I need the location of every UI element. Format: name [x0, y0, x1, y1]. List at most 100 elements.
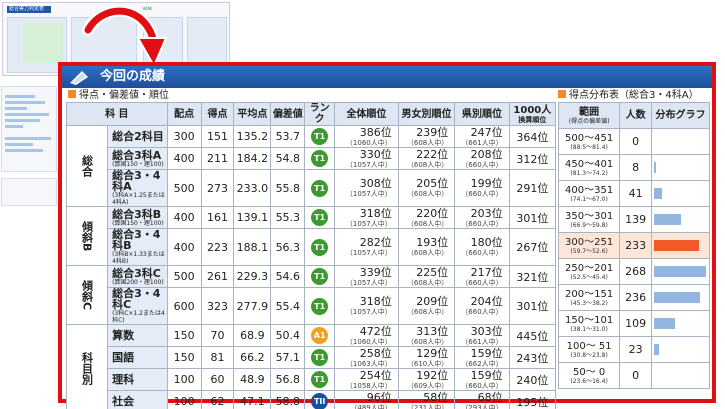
rank-1000-value: 301位 [508, 206, 557, 229]
pref-rank-cell: 159位 （662人中） [454, 346, 510, 369]
gender-rank-total: （608人中） [406, 219, 449, 228]
all-rank-total: （1057人中） [345, 190, 392, 198]
table-row: 傾斜C 総合3科C (算国200・理100) 500 261 229.3 54.6 T1 339… [65, 265, 557, 325]
all-rank-value: 96位 [366, 390, 392, 404]
gender-rank-cell: 58位 （231人中） [397, 390, 456, 409]
pref-rank-cell: 199位 （660人中） [454, 169, 510, 207]
rank-1000-value: 321位 [508, 265, 557, 288]
bullet-square-icon [558, 90, 566, 98]
rank-1000-value: 291位 [508, 169, 557, 207]
pref-rank-total: （660人中） [461, 249, 503, 257]
gender-rank-value: 129位 [416, 346, 449, 360]
section-right-label: 得点分布表（総合3・4科A） [569, 90, 699, 101]
col-range-sublabel: (得点の偏差値) [568, 117, 610, 125]
score-value: 70 [200, 324, 235, 347]
range-cell: 300～251 (59.7～52.6) [557, 232, 621, 259]
all-rank-value: 254位 [359, 368, 392, 382]
score-value: 60 [200, 368, 235, 391]
average-value: 184.2 [233, 147, 272, 170]
range-value: 250～201 [565, 262, 614, 274]
distribution-table-body: 500～451 (88.5～81.4) 0 450～401 (81.3～74.2) 8 40… [557, 128, 710, 389]
range-cell: 500～451 (88.5～81.4) [557, 128, 621, 155]
range-value: 350～301 [565, 210, 614, 222]
subject-name: 国語 [107, 346, 168, 369]
col-overall-rank: 全体順位 [334, 102, 399, 126]
subject-note: (3科C×1.2または4科C) [112, 310, 165, 324]
full-marks: 400 [166, 147, 202, 170]
gender-rank-cell: 225位 （608人中） [397, 265, 456, 288]
gender-rank-value: 205位 [416, 177, 449, 190]
graph-cell [651, 206, 710, 233]
range-cell: 200～151 (45.3～38.2) [557, 284, 621, 311]
graph-cell [651, 336, 710, 363]
pref-rank-total: （660人中） [461, 308, 503, 316]
range-deviation: (52.5～45.4) [570, 273, 608, 281]
scores-table-body: 総合 総合2科目 300 151 135.2 53.7 T1 386位 （1060人中） 239位… [65, 125, 557, 409]
subject-name-text: 総合2科目 [112, 130, 164, 143]
deviation-value: 57.1 [270, 346, 306, 369]
all-rank-cell: 472位 （1060人中） [334, 324, 399, 347]
group-label-text: 傾斜C [80, 279, 94, 311]
average-value: 48.9 [233, 368, 272, 391]
range-value: 450～401 [565, 158, 614, 170]
range-deviation: (45.3～38.2) [570, 299, 608, 307]
score-value: 273 [200, 169, 235, 207]
col-subject: 科 目 [66, 102, 168, 126]
all-rank-cell: 330位 （1057人中） [334, 147, 399, 170]
rank-cell: T1 [304, 206, 336, 229]
deviation-value: 55.4 [270, 287, 306, 325]
all-rank-total: （1057人中） [345, 308, 392, 316]
rank-1000-value: 195位 [508, 390, 557, 409]
table-row: 総合3科A (算国150・理100) 400 211 184.2 54.8 T1 330位 （1… [67, 147, 557, 170]
all-rank-cell: 282位 （1057人中） [334, 228, 399, 266]
bullet-square-icon [68, 90, 76, 98]
all-rank-cell: 96位 （489人中） [334, 390, 399, 409]
score-value: 223 [200, 228, 235, 266]
rank-1000-value: 312位 [508, 147, 557, 170]
range-cell: 450～401 (81.3～74.2) [557, 154, 621, 181]
distribution-bar [654, 266, 707, 277]
deviation-value: 54.8 [270, 147, 306, 170]
range-deviation: (81.3～74.2) [570, 169, 608, 177]
graph-cell [651, 258, 710, 285]
graph-cell [651, 362, 710, 389]
rank-1000-value: 240位 [508, 368, 557, 391]
pref-rank-value: 199位 [470, 177, 503, 190]
all-rank-total: （1057人中） [345, 160, 392, 169]
table-row: 傾斜B 総合3科B (算国150・理100) 400 161 139.1 55.3 T1 318… [65, 206, 557, 266]
gender-rank-cell: 192位 （609人中） [397, 368, 456, 391]
pref-rank-total: （660人中） [461, 278, 503, 287]
count-value: 139 [619, 206, 653, 233]
gender-rank-value: 313位 [416, 324, 449, 338]
subject-name: 総合3・4科B (3科B×1.33または4科B) [107, 228, 168, 266]
rank-badge-icon: T1 [311, 268, 329, 285]
pref-rank-value: 217位 [470, 265, 503, 279]
subject-name: 算数 [107, 324, 168, 347]
panel-header: 今回の成績 [62, 66, 712, 88]
count-value: 41 [619, 180, 653, 207]
subject-name-text: 理科 [112, 373, 135, 386]
col-deviation: 偏差値 [270, 102, 306, 126]
all-rank-value: 318位 [359, 206, 392, 220]
gender-rank-total: （231人中） [406, 403, 449, 409]
rank-badge-icon: T1 [311, 297, 329, 315]
subject-name-text: 総合3科A [112, 148, 162, 162]
subject-note: (3科B×1.33または4科B) [112, 251, 165, 265]
pref-rank-value: 159位 [470, 346, 503, 360]
rank-cell: T1 [304, 147, 336, 170]
pref-rank-cell: 159位 （660人中） [454, 368, 510, 391]
gender-rank-value: 209位 [416, 295, 449, 308]
range-deviation: (23.6～16.4) [570, 377, 608, 385]
rank-badge-icon: T1 [311, 209, 329, 226]
range-value: 200～151 [565, 288, 614, 300]
all-rank-value: 472位 [359, 324, 392, 338]
report-thumbnail-side [1, 86, 57, 172]
pref-rank-cell: 204位 （660人中） [454, 287, 510, 325]
full-marks: 400 [166, 206, 202, 229]
full-marks: 100 [166, 368, 202, 391]
gender-rank-total: （608人中） [406, 160, 449, 169]
deviation-value: 58.8 [270, 390, 306, 409]
pref-rank-total: （293人中） [461, 403, 503, 409]
full-marks: 150 [166, 346, 202, 369]
col-1000-rank: 1000人 換算順位 [508, 102, 557, 126]
